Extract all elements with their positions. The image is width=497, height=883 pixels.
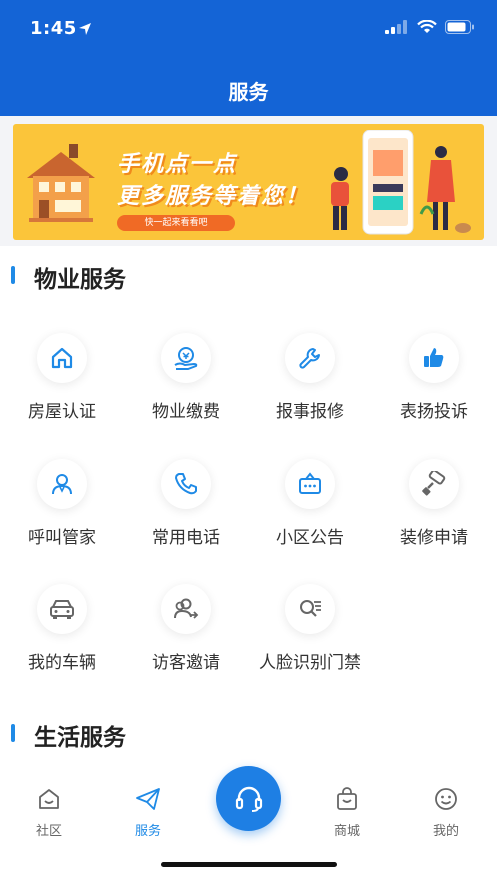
service-label: 物业缴费	[152, 402, 220, 422]
customer-service-button[interactable]	[216, 766, 281, 831]
payment-icon	[161, 333, 211, 383]
header: 1:45 服务	[0, 0, 497, 116]
service-item-renovation[interactable]: 装修申请	[372, 459, 496, 559]
headset-icon	[235, 786, 262, 812]
service-item-payment[interactable]: 物业缴费	[124, 333, 248, 433]
tab-label: 我的	[432, 824, 459, 839]
section-title-property: 物业服务	[0, 260, 497, 293]
section-accent-bar	[11, 266, 15, 284]
paint-roller-icon	[409, 459, 459, 509]
home-icon	[39, 789, 59, 809]
thumbs-up-icon	[409, 333, 459, 383]
tab-services[interactable]: 服务	[113, 786, 183, 846]
house-icon	[37, 333, 87, 383]
signal-icon	[385, 20, 407, 34]
phone-icon	[161, 459, 211, 509]
phone-illustration	[331, 130, 471, 235]
page-title: 服务	[228, 80, 269, 104]
home-indicator[interactable]	[161, 862, 337, 867]
status-indicators	[385, 20, 475, 34]
service-label: 小区公告	[276, 528, 344, 548]
service-label: 常用电话	[152, 528, 220, 548]
service-item-repair[interactable]: 报事报修	[248, 333, 372, 433]
service-label: 报事报修	[276, 402, 344, 422]
service-label: 人脸识别门禁	[259, 653, 361, 673]
tab-label: 社区	[35, 824, 62, 839]
battery-icon	[445, 20, 474, 34]
tab-mall[interactable]: 商城	[312, 786, 382, 846]
tab-profile[interactable]: 我的	[411, 786, 481, 846]
service-item-feedback[interactable]: 表扬投诉	[372, 333, 496, 433]
tab-label: 商城	[333, 824, 360, 839]
service-item-house-auth[interactable]: 房屋认证	[0, 333, 124, 433]
face-id-icon	[285, 584, 335, 634]
banner-pill: 快一起来看看吧	[117, 215, 235, 231]
service-label: 装修申请	[400, 528, 468, 548]
banner-headline-2: 更多服务等着您！	[117, 184, 310, 209]
section-title-text: 生活服务	[34, 725, 126, 751]
visitor-icon	[161, 584, 211, 634]
location-arrow-icon	[79, 23, 91, 35]
section-accent-bar	[11, 724, 15, 742]
service-label: 表扬投诉	[400, 402, 468, 422]
tab-community[interactable]: 社区	[14, 786, 84, 846]
notice-icon	[285, 459, 335, 509]
section-title-life: 生活服务	[0, 718, 497, 751]
service-item-phone[interactable]: 常用电话	[124, 459, 248, 559]
status-time: 1:45	[30, 18, 77, 39]
wrench-icon	[285, 333, 335, 383]
smiley-icon	[435, 788, 457, 810]
service-item-butler[interactable]: 呼叫管家	[0, 459, 124, 559]
service-item-face-access[interactable]: 人脸识别门禁	[248, 584, 372, 684]
house-illustration	[27, 144, 95, 222]
service-label: 访客邀请	[152, 653, 220, 673]
promo-banner[interactable]: 手机点一点 更多服务等着您！ 快一起来看看吧	[13, 124, 484, 240]
banner-area: 手机点一点 更多服务等着您！ 快一起来看看吧	[0, 116, 497, 246]
car-icon	[37, 584, 87, 634]
section-title-text: 物业服务	[34, 267, 126, 293]
service-item-car[interactable]: 我的车辆	[0, 584, 124, 684]
tab-label: 服务	[134, 824, 161, 839]
wifi-icon	[417, 20, 437, 33]
shopping-bag-icon	[337, 787, 357, 810]
paper-plane-icon	[136, 788, 160, 810]
service-item-visitor[interactable]: 访客邀请	[124, 584, 248, 684]
service-item-notice[interactable]: 小区公告	[248, 459, 372, 559]
banner-headline-1: 手机点一点	[117, 152, 238, 177]
butler-icon	[37, 459, 87, 509]
